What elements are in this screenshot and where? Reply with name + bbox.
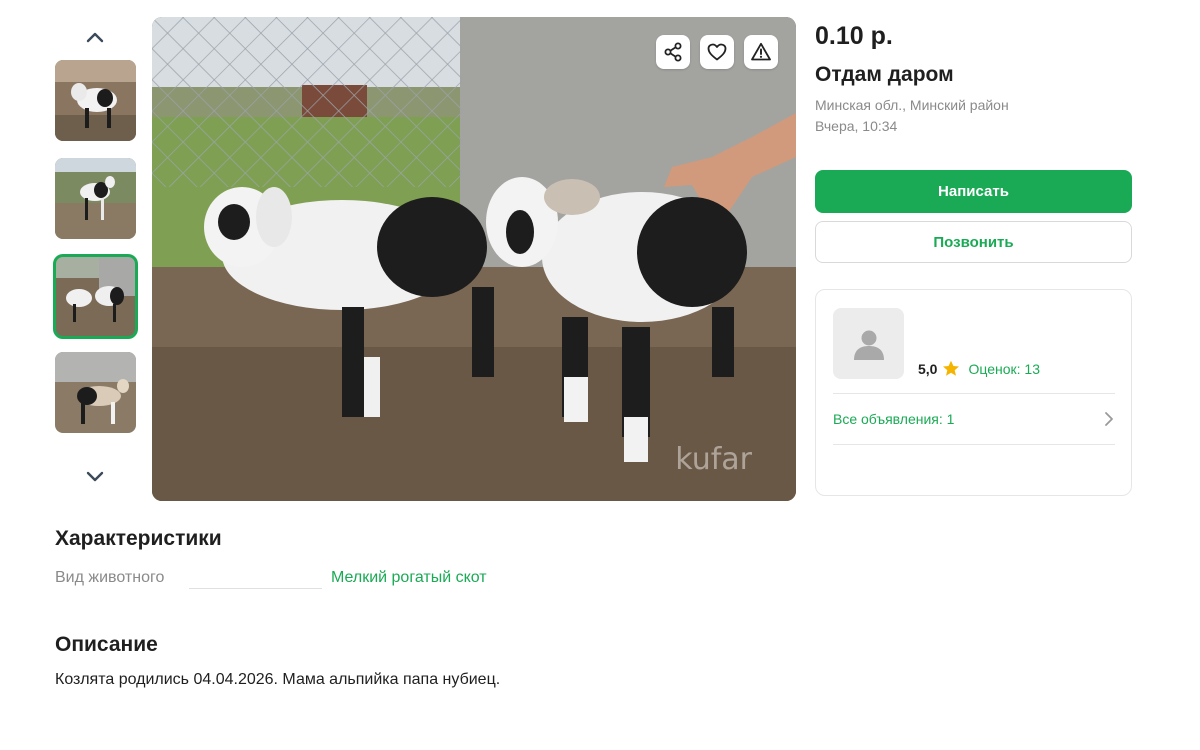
divider xyxy=(833,444,1115,445)
listing-location: Минская обл., Минский район xyxy=(815,97,1009,113)
goats-photo-image: kufar xyxy=(152,17,796,501)
photo-watermark: kufar xyxy=(675,442,752,477)
all-ads-label: Все объявления: 1 xyxy=(833,411,955,427)
thumbnail-1[interactable] xyxy=(55,60,136,141)
thumbnail-4[interactable] xyxy=(55,352,136,433)
listing-price: 0.10 р. xyxy=(815,22,893,50)
favorite-button[interactable] xyxy=(700,35,734,69)
thumbnail-2[interactable] xyxy=(55,158,136,239)
chevron-up-icon xyxy=(86,32,104,43)
heart-icon xyxy=(707,43,727,61)
characteristics-heading: Характеристики xyxy=(55,527,222,550)
thumbnails-down-button[interactable] xyxy=(55,462,135,492)
write-message-button[interactable]: Написать xyxy=(815,170,1132,213)
goat-thumbnail-image xyxy=(55,60,136,141)
ratings-count-link[interactable]: Оценок: 13 xyxy=(968,361,1040,377)
goat-thumbnail-image xyxy=(55,352,136,433)
description-text: Козлята родились 04.04.2026. Мама альпий… xyxy=(55,671,501,688)
characteristic-value-link[interactable]: Мелкий рогатый скот xyxy=(331,569,487,587)
main-photo[interactable]: kufar xyxy=(152,17,796,501)
all-ads-link[interactable]: Все объявления: 1 xyxy=(833,394,1115,444)
rating-value: 5,0 xyxy=(918,360,938,377)
user-icon xyxy=(853,330,884,360)
call-button[interactable]: Позвонить xyxy=(815,221,1132,263)
report-button[interactable] xyxy=(744,35,778,69)
characteristic-divider xyxy=(189,588,322,589)
goat-thumbnail-image xyxy=(55,256,136,337)
characteristic-label: Вид животного xyxy=(55,569,165,586)
goat-thumbnail-image xyxy=(55,158,136,239)
share-button[interactable] xyxy=(656,35,690,69)
chevron-right-icon xyxy=(1105,412,1113,426)
warning-icon xyxy=(751,42,771,61)
share-icon xyxy=(664,42,682,62)
chevron-down-icon xyxy=(86,471,104,482)
star-icon xyxy=(942,360,960,377)
thumbnail-3[interactable] xyxy=(53,254,138,339)
description-heading: Описание xyxy=(55,633,158,656)
thumbnails-up-button[interactable] xyxy=(55,22,135,52)
listing-title: Отдам даром xyxy=(815,63,954,86)
seller-rating: 5,0 Оценок: 13 xyxy=(918,360,1040,377)
seller-card: 5,0 Оценок: 13 Все объявления: 1 xyxy=(815,289,1132,496)
seller-avatar[interactable] xyxy=(833,308,904,379)
listing-date: Вчера, 10:34 xyxy=(815,118,898,134)
